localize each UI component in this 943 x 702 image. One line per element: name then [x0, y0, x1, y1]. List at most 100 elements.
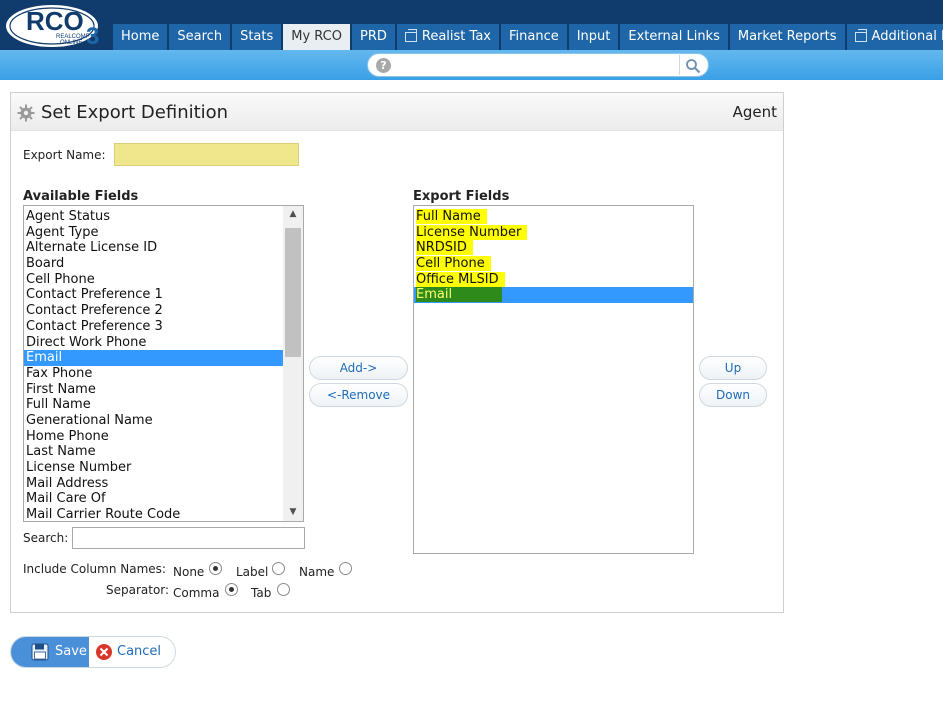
nav-item-home[interactable]: Home [113, 24, 168, 50]
nav-item-label: Search [177, 29, 223, 44]
popout-window-icon [854, 29, 867, 42]
separator-label: Separator: [106, 583, 170, 597]
available-field-option[interactable]: Board [24, 256, 303, 272]
export-field-option[interactable]: NRDSID [414, 240, 693, 256]
include-name-radio[interactable] [339, 562, 352, 575]
scroll-up-arrow-icon[interactable]: ▲ [283, 206, 303, 223]
export-fields-list[interactable]: Full Name License Number NRDSID Cell Phone O… [413, 205, 694, 554]
export-field-option[interactable]: Office MLSID [414, 271, 693, 288]
rco-logo[interactable]: RCO REALCOMP ONLINE 3 [4, 2, 108, 49]
available-field-option[interactable]: First Name [24, 382, 303, 398]
available-field-option[interactable]: Alternate License ID [24, 240, 303, 256]
nav-item-external-links[interactable]: External Links [620, 24, 728, 50]
nav-item-input[interactable]: Input [568, 24, 619, 50]
form-actions: Save Cancel [10, 636, 176, 668]
export-field-option[interactable]: License Number [414, 224, 693, 241]
separator-comma-label: Comma [173, 586, 220, 600]
search-band: ? [0, 50, 943, 80]
separator-tab-radio[interactable] [277, 583, 290, 596]
include-none-radio[interactable] [209, 562, 222, 575]
nav-item-stats[interactable]: Stats [232, 24, 282, 50]
nav-item-label: Realist Tax [421, 29, 491, 44]
nav-item-label: Additional Data [871, 29, 943, 44]
remove-field-button[interactable]: <-Remove [309, 383, 408, 407]
global-search-box[interactable]: ? [367, 53, 709, 77]
search-icon[interactable] [685, 58, 701, 74]
svg-text:RCO: RCO [26, 6, 84, 36]
nav-item-label: PRD [360, 29, 387, 44]
move-up-button[interactable]: Up [699, 356, 767, 380]
available-field-option[interactable]: Mail Carrier Route Code [24, 507, 303, 521]
context-label: Agent [732, 103, 777, 121]
available-field-option[interactable]: Contact Preference 1 [24, 287, 303, 303]
scroll-thumb[interactable] [285, 228, 301, 357]
nav-item-label: Home [121, 29, 160, 44]
available-field-option[interactable]: Home Phone [24, 429, 303, 445]
nav-item-label: External Links [628, 29, 720, 44]
available-field-option[interactable]: Direct Work Phone [24, 335, 303, 351]
available-field-option[interactable]: Mail Address [24, 476, 303, 492]
nav-item-my-rco[interactable]: My RCO [283, 24, 350, 50]
available-field-option[interactable]: Generational Name [24, 413, 303, 429]
export-field-option[interactable]: Full Name [414, 209, 693, 225]
search-field-label: Search: [23, 531, 69, 545]
export-fields-label: Export Fields [413, 189, 510, 204]
nav-item-market-reports[interactable]: Market Reports [729, 24, 845, 50]
scroll-down-arrow-icon[interactable]: ▼ [283, 504, 303, 521]
export-field-option[interactable]: Email [414, 287, 693, 304]
available-fields-label: Available Fields [23, 189, 139, 204]
include-none-label: None [173, 565, 205, 579]
export-field-option[interactable]: Cell Phone [414, 256, 693, 272]
page-title: Set Export Definition [41, 102, 229, 123]
include-column-names-label: Include Column Names: [23, 562, 166, 576]
available-fields-scrollbar[interactable]: ▲ ▼ [283, 206, 303, 521]
export-name-input[interactable] [114, 143, 299, 166]
available-field-option[interactable]: Contact Preference 3 [24, 319, 303, 335]
floppy-disk-icon [31, 643, 49, 661]
add-field-button[interactable]: Add-> [309, 356, 408, 380]
nav-item-additional-data[interactable]: Additional Data [846, 24, 943, 50]
available-field-option[interactable]: Agent Type [24, 225, 303, 241]
export-name-label: Export Name: [23, 148, 106, 162]
save-button[interactable]: Save [11, 637, 89, 667]
svg-text:ONLINE: ONLINE [60, 40, 82, 46]
nav-item-label: Input [576, 29, 611, 44]
available-field-option[interactable]: Fax Phone [24, 366, 303, 382]
nav-item-label: Stats [240, 29, 274, 44]
save-label: Save [55, 644, 87, 659]
search-divider [679, 55, 680, 75]
available-field-option[interactable]: Mail Care Of [24, 491, 303, 507]
cancel-x-icon [96, 644, 112, 660]
nav-item-label: My RCO [291, 29, 342, 44]
top-navigation-bar: RCO REALCOMP ONLINE 3 Home Search Stats My … [0, 0, 943, 50]
available-field-option[interactable]: Full Name [24, 397, 303, 413]
nav-item-label: Market Reports [737, 29, 837, 44]
include-name-label: Name [299, 565, 335, 579]
available-field-option[interactable]: License Number [24, 460, 303, 476]
main-nav: Home Search Stats My RCO PRD Realist Tax Finan… [113, 24, 943, 50]
svg-text:3: 3 [86, 23, 99, 49]
available-field-option[interactable]: Email [24, 350, 303, 366]
available-field-option[interactable]: Last Name [24, 444, 303, 460]
export-field-label: Cell Phone [416, 256, 491, 272]
available-field-option[interactable]: Cell Phone [24, 272, 303, 288]
available-fields-list[interactable]: Agent Status Agent Type Alternate License … [23, 205, 304, 522]
cancel-label: Cancel [117, 644, 162, 659]
available-field-option[interactable]: Agent Status [24, 209, 303, 225]
cancel-button[interactable]: Cancel [89, 637, 175, 667]
include-label-radio[interactable] [272, 562, 285, 575]
gear-icon [17, 104, 35, 122]
export-field-label: License Number [416, 224, 528, 240]
available-field-option[interactable]: Contact Preference 2 [24, 303, 303, 319]
nav-item-prd[interactable]: PRD [352, 24, 395, 50]
nav-item-realist-tax[interactable]: Realist Tax [396, 24, 499, 50]
help-icon[interactable]: ? [376, 58, 391, 73]
nav-item-search[interactable]: Search [169, 24, 231, 50]
popout-window-icon [404, 29, 417, 42]
move-down-button[interactable]: Down [699, 383, 767, 407]
separator-comma-radio[interactable] [225, 583, 238, 596]
field-search-input[interactable] [72, 527, 305, 549]
export-field-label: NRDSID [416, 240, 473, 256]
nav-item-finance[interactable]: Finance [500, 24, 567, 50]
nav-item-label: Finance [508, 29, 559, 44]
